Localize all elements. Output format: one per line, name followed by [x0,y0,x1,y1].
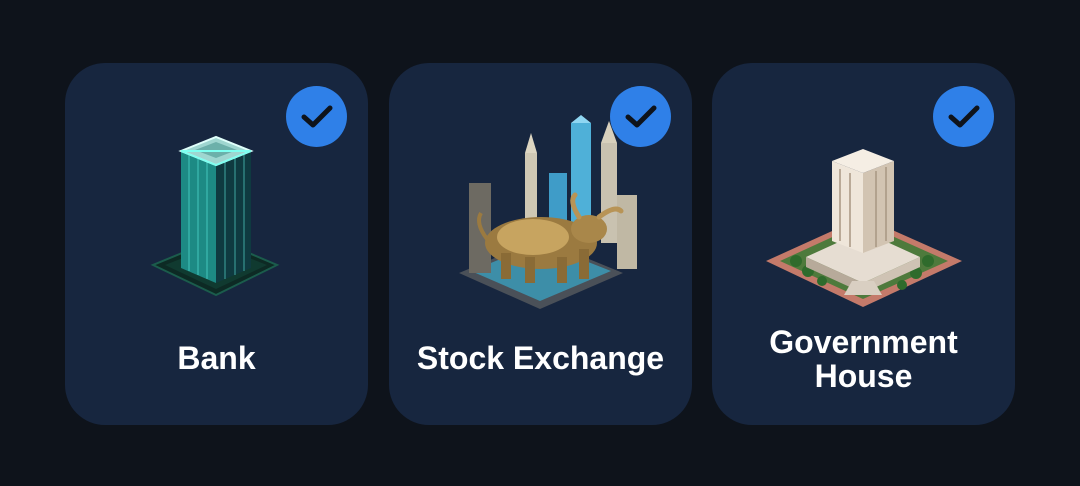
capitol-building-illustration [766,149,962,307]
bull-statue-illustration [459,115,637,309]
building-selection-grid: Bank Stock Exchange Government House [0,0,1080,486]
building-card-government-house[interactable]: Government House [712,63,1015,425]
building-label: Government House [769,324,958,394]
skyscraper-illustration [150,135,280,297]
building-label: Stock Exchange [416,340,665,376]
building-label: Bank [177,340,256,376]
building-card-stock-exchange[interactable]: Stock Exchange [389,63,692,425]
building-card-bank[interactable]: Bank [65,63,368,425]
